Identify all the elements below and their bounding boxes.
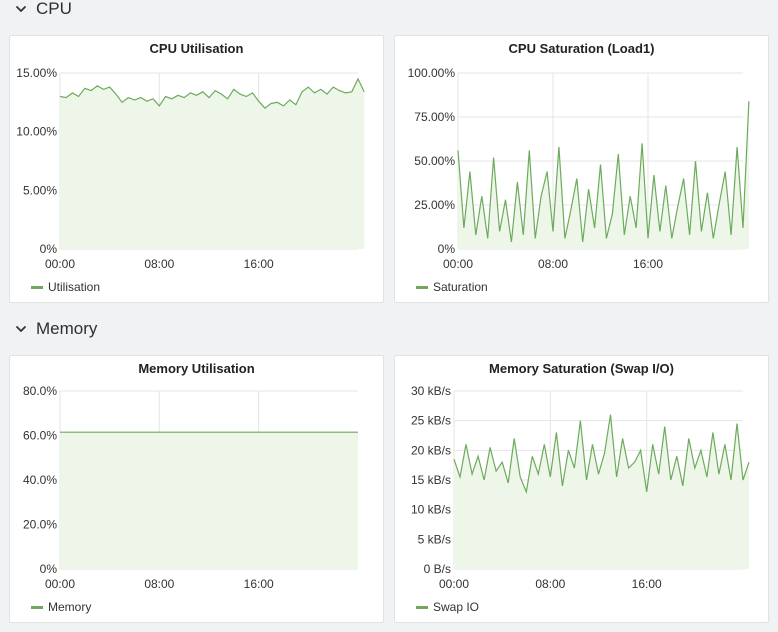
series-area: [60, 78, 365, 250]
x-tick-label: 08:00: [535, 577, 565, 591]
x-tick-label: 00:00: [45, 257, 75, 271]
legend-label: Swap IO: [433, 600, 480, 614]
y-tick-label: 10.00%: [16, 125, 57, 139]
section-title: CPU: [36, 0, 72, 18]
y-tick-label: 15 kB/s: [411, 473, 451, 487]
series-area: [454, 414, 749, 569]
chart-cpu-utilisation: 0% 5.00% 10.00% 15.00% 00:00 08:00 16:00: [16, 66, 365, 271]
y-tick-label: 5.00%: [23, 183, 57, 197]
section-header-cpu[interactable]: CPU: [14, 0, 72, 20]
legend-item[interactable]: Saturation: [416, 280, 488, 294]
legend-swatch: [416, 605, 428, 609]
legend-label: Memory: [48, 600, 92, 614]
panel-memory-utilisation[interactable]: Memory Utilisation 0% 20.0% 40.0% 60.0% 80.0…: [9, 355, 384, 623]
legend-swatch: [31, 605, 43, 609]
y-tick-label: 0 B/s: [424, 562, 451, 576]
chevron-down-icon: [16, 6, 26, 12]
y-tick-label: 15.00%: [16, 66, 57, 80]
x-tick-label: 00:00: [439, 577, 469, 591]
legend-item[interactable]: Memory: [31, 600, 91, 614]
y-tick-label: 75.00%: [414, 110, 455, 124]
y-tick-label: 0%: [40, 242, 58, 256]
y-tick-label: 40.0%: [23, 473, 57, 487]
legend-label: Utilisation: [48, 280, 101, 294]
section-header-memory[interactable]: Memory: [14, 318, 97, 340]
y-tick-label: 100.00%: [408, 66, 456, 80]
x-tick-label: 00:00: [443, 257, 473, 271]
section-title: Memory: [36, 319, 98, 338]
legend-swatch: [31, 285, 43, 289]
y-tick-label: 25.00%: [414, 198, 455, 212]
x-tick-label: 08:00: [144, 257, 174, 271]
y-tick-label: 60.0%: [23, 429, 57, 443]
legend-label: Saturation: [433, 280, 488, 294]
chart-cpu-saturation: 0% 25.00% 50.00% 75.00% 100.00% 00:00 08:00 16:…: [408, 66, 750, 271]
x-tick-label: 08:00: [538, 257, 568, 271]
panel-cpu-saturation[interactable]: CPU Saturation (Load1) 0% 25.00% 50.00% 75.…: [394, 35, 769, 303]
x-tick-label: 16:00: [244, 257, 274, 271]
panel-cpu-utilisation[interactable]: CPU Utilisation 0% 5.00% 10.00% 15.00% 00:00…: [9, 35, 384, 303]
y-tick-label: 50.00%: [414, 154, 455, 168]
y-tick-label: 30 kB/s: [411, 384, 451, 398]
x-tick-label: 00:00: [45, 577, 75, 591]
series-area: [60, 432, 358, 569]
chart-memory-saturation: 0 B/s 5 kB/s 10 kB/s 15 kB/s 20 kB/s 25 kB/s 3…: [411, 384, 750, 591]
series-area: [458, 101, 749, 249]
legend-swatch: [416, 285, 428, 289]
panel-memory-saturation[interactable]: Memory Saturation (Swap I/O) 0 B/s 5 kB/s…: [394, 355, 769, 623]
legend-item[interactable]: Utilisation: [31, 280, 100, 294]
y-tick-label: 0%: [40, 562, 58, 576]
y-tick-label: 0%: [438, 242, 456, 256]
chart-memory-utilisation: 0% 20.0% 40.0% 60.0% 80.0% 00:00 08:00 16:00: [23, 384, 358, 591]
x-tick-label: 16:00: [632, 577, 662, 591]
y-tick-label: 20 kB/s: [411, 443, 451, 457]
y-tick-label: 25 kB/s: [411, 414, 451, 428]
x-tick-label: 16:00: [633, 257, 663, 271]
legend-item[interactable]: Swap IO: [416, 600, 479, 614]
y-tick-label: 80.0%: [23, 384, 57, 398]
x-tick-label: 08:00: [144, 577, 174, 591]
y-tick-label: 5 kB/s: [418, 532, 451, 546]
chevron-down-icon: [16, 326, 26, 332]
y-tick-label: 20.0%: [23, 518, 57, 532]
y-tick-label: 10 kB/s: [411, 503, 451, 517]
x-tick-label: 16:00: [244, 577, 274, 591]
